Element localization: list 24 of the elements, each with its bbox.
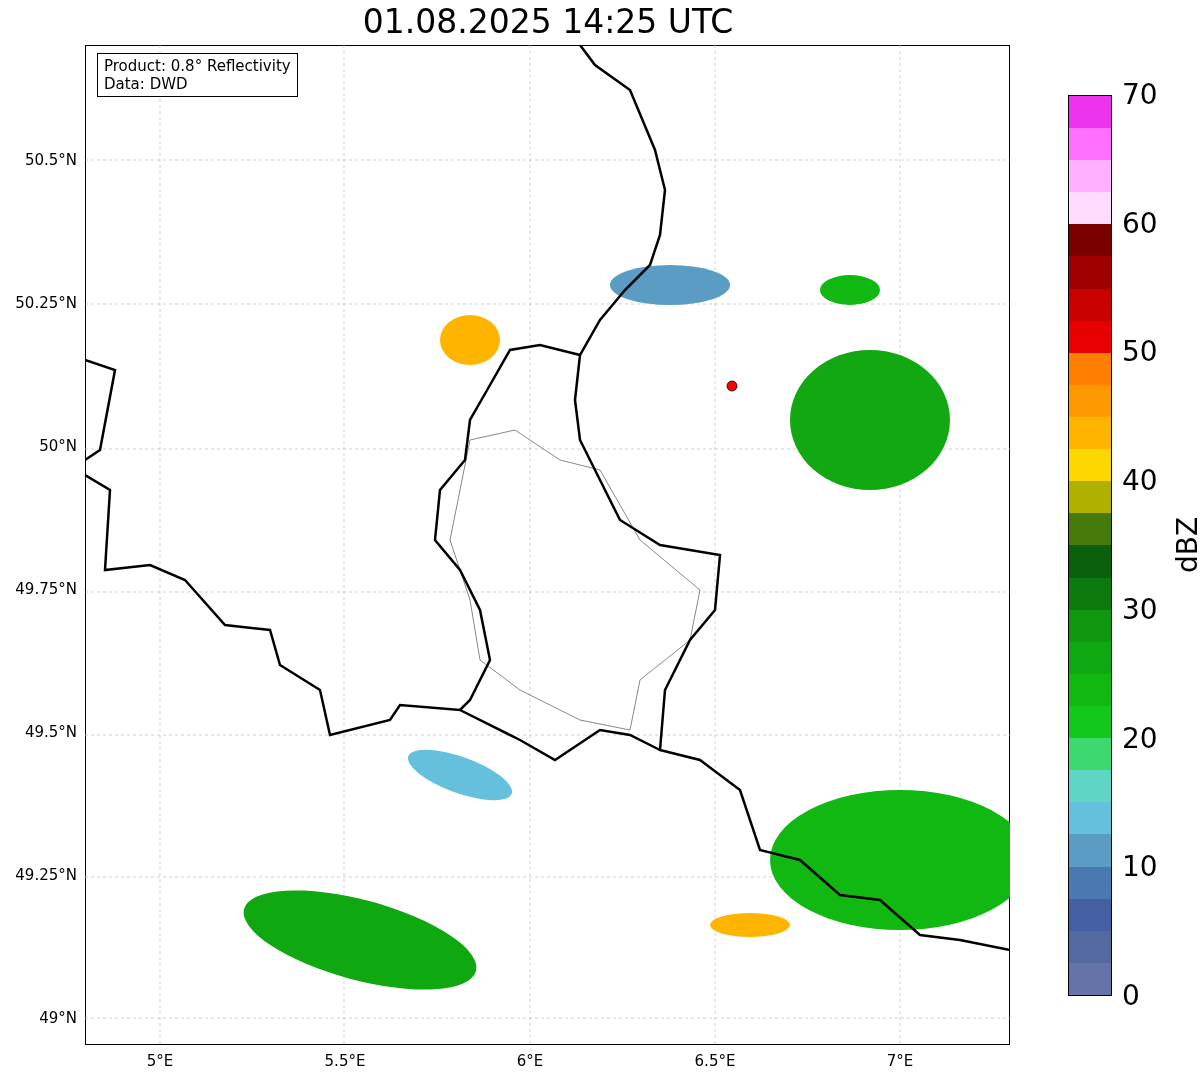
colorbar-tick-label: 70 <box>1122 81 1158 109</box>
colorbar-tick-label: 20 <box>1122 724 1158 753</box>
colorbar-tick-label: 50 <box>1122 338 1158 367</box>
colorbar-tick-label: 40 <box>1122 467 1158 496</box>
legend-text: Data: DWD <box>104 75 189 93</box>
colorbar-tick-label: 30 <box>1122 595 1158 624</box>
legend-text: Product: 0.8° Reflectivity <box>104 57 291 75</box>
colorbar-tick-label: 10 <box>1122 853 1158 882</box>
axis-tick-label: 49°N <box>39 1007 77 1029</box>
axis-tick-label: 7°E <box>886 1051 914 1072</box>
axis-tick-label: 49.5°N <box>24 721 77 743</box>
axis-tick-label: 50°N <box>39 435 77 457</box>
colorbar-label: dBZ <box>1174 516 1202 574</box>
axis-tick-label: 6.5°E <box>694 1051 736 1072</box>
axis-tick-label: 5.5°E <box>324 1051 366 1072</box>
axis-tick-label: 50.25°N <box>15 292 77 314</box>
axis-tick-label: 49.75°N <box>15 578 77 600</box>
chart-title: 01.08.2025 14:25 UTC <box>361 2 735 42</box>
axis-tick-label: 6°E <box>516 1051 544 1072</box>
axis-tick-label: 5°E <box>146 1051 174 1072</box>
colorbar-tick-label: 60 <box>1122 209 1158 238</box>
axis-tick-label: 49.25°N <box>15 864 77 886</box>
colorbar-tick-label: 0 <box>1122 982 1140 1010</box>
axis-tick-label: 50.5°N <box>24 149 77 171</box>
